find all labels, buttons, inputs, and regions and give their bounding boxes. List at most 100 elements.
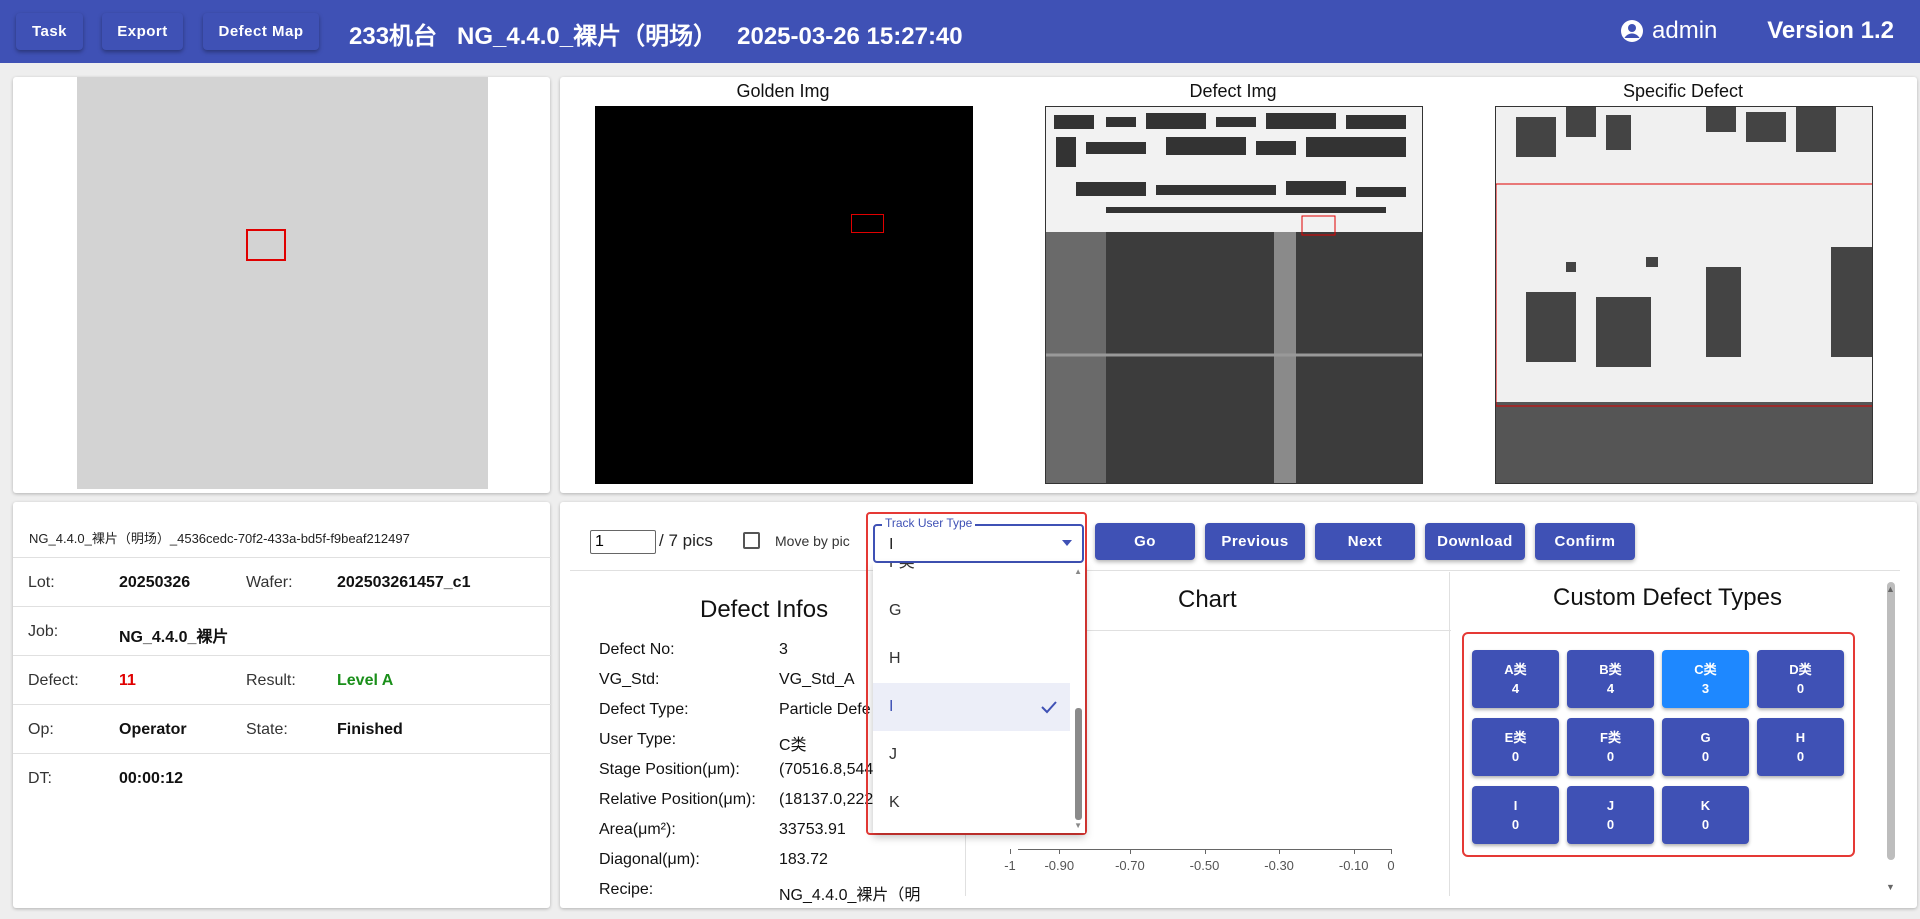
diagonal-label: Diagonal(μm): (599, 851, 700, 868)
vg-std-value: VG_Std_A (779, 671, 855, 688)
specific-defect-image[interactable] (1495, 106, 1873, 484)
user-type-label: User Type: (599, 731, 677, 748)
list-scrollbar-thumb[interactable] (1075, 708, 1082, 820)
export-button[interactable]: Export (102, 13, 183, 50)
scroll-down-icon[interactable]: ▼ (1886, 882, 1895, 892)
option-i[interactable]: I (873, 683, 1070, 731)
result-value: Level A (337, 672, 394, 689)
type-name: K (1700, 798, 1711, 813)
wafer-map[interactable] (77, 77, 488, 489)
type-button-e[interactable]: E类 0 (1472, 718, 1559, 776)
defect-no-value: 3 (779, 641, 788, 658)
x-tick-mark (1353, 849, 1355, 854)
type-name: E类 (1504, 730, 1527, 745)
x-tick-mark (1391, 849, 1392, 854)
area-label: Area(μm²): (599, 821, 676, 838)
username: admin (1652, 17, 1718, 44)
option-g[interactable]: G (873, 587, 1070, 635)
type-button-k[interactable]: K0 (1662, 786, 1749, 844)
recipe-label: Recipe: (599, 881, 654, 898)
golden-image[interactable] (595, 106, 973, 484)
defect-infos-title: Defect Infos (700, 596, 829, 623)
type-button-i[interactable]: I0 (1472, 786, 1559, 844)
recipe-value: NG_4.4.0_裸片（明 (779, 887, 921, 904)
type-button-g[interactable]: G0 (1662, 718, 1749, 776)
op-value: Operator (119, 721, 187, 738)
type-count: 0 (1511, 749, 1520, 764)
defect-map-button[interactable]: Defect Map (203, 13, 319, 50)
page-number-input[interactable] (590, 530, 656, 554)
defect-label: Defect: (28, 672, 79, 689)
x-tick-label: -0.50 (1189, 858, 1220, 873)
type-button-j[interactable]: J0 (1567, 786, 1654, 844)
previous-button[interactable]: Previous (1205, 523, 1305, 560)
account-icon (1621, 20, 1643, 42)
dropdown-arrow-icon (1062, 540, 1072, 546)
type-count: 4 (1511, 681, 1520, 696)
list-scroll-up-icon[interactable]: ▲ (1074, 567, 1082, 576)
diagonal-value: 183.72 (779, 851, 828, 868)
user-type-value: C类 (779, 737, 807, 754)
specific-defect-texture (1496, 107, 1872, 483)
stage-position-value: (70516.8,544 (779, 761, 874, 778)
x-tick-label: -0.30 (1264, 858, 1294, 873)
type-button-c[interactable]: C类 3 (1662, 650, 1749, 708)
type-count: 0 (1511, 817, 1520, 832)
dt-value: 00:00:12 (119, 770, 184, 787)
wafer-label: Wafer: (246, 574, 293, 591)
type-count: 0 (1796, 749, 1805, 764)
relative-position-label: Relative Position(μm): (599, 791, 756, 808)
option-f[interactable]: F类 (873, 563, 1070, 587)
type-name: H (1795, 730, 1806, 745)
check-icon (1041, 701, 1057, 714)
task-button[interactable]: Task (16, 13, 83, 50)
select-legend: Track User Type (882, 516, 976, 530)
download-button[interactable]: Download (1425, 523, 1525, 560)
wafer-info-panel: NG_4.4.0_裸片（明场）_4536cedc-70f2-433a-bd5f-… (13, 502, 552, 908)
info-row-dt: DT: 00:00:12 (13, 753, 552, 802)
type-name: J (1606, 798, 1615, 813)
type-name: F类 (1600, 730, 1621, 745)
option-k[interactable]: K (873, 779, 1070, 827)
defect-image[interactable] (1045, 106, 1423, 484)
job-value: NG_4.4.0_裸片 (119, 629, 229, 646)
result-label: Result: (246, 672, 296, 689)
type-name: I (1513, 798, 1518, 813)
option-j[interactable]: J (873, 731, 1070, 779)
type-name: B类 (1599, 662, 1622, 677)
relative-position-value: (18137.0,222 (779, 791, 874, 808)
confirm-button[interactable]: Confirm (1535, 523, 1635, 560)
info-row-defect: Defect: 11 Result: Level A (13, 655, 552, 704)
scroll-up-icon[interactable]: ▲ (1886, 584, 1895, 594)
defect-type-label: Defect Type: (599, 701, 689, 718)
type-button-f[interactable]: F类 0 (1567, 718, 1654, 776)
defect-count: 11 (119, 672, 136, 689)
type-count: 0 (1606, 817, 1615, 832)
version-label: Version 1.2 (1767, 17, 1894, 44)
next-button[interactable]: Next (1315, 523, 1415, 560)
select-value: I (889, 536, 894, 553)
move-by-pic-checkbox[interactable] (743, 532, 760, 549)
type-button-d[interactable]: D类 0 (1757, 650, 1844, 708)
defect-img-caption: Defect Img (1189, 81, 1277, 101)
type-count: 0 (1796, 681, 1805, 696)
images-panel: Golden Img Defect Img Specific Defect (560, 77, 1917, 493)
type-name: C类 (1694, 662, 1717, 677)
job-label: Job: (28, 623, 59, 640)
chart-title: Chart (1178, 586, 1237, 613)
move-by-pic-label: Move by pic (775, 533, 850, 549)
type-button-b[interactable]: B类 4 (1567, 650, 1654, 708)
type-name: D类 (1789, 662, 1812, 677)
type-count: 0 (1606, 749, 1615, 764)
option-i-label: I (889, 698, 894, 715)
option-h[interactable]: H (873, 635, 1070, 683)
type-button-a[interactable]: A类 4 (1472, 650, 1559, 708)
custom-types-scrollbar[interactable] (1887, 582, 1895, 860)
type-name: A类 (1504, 662, 1527, 677)
dt-label: DT: (28, 770, 52, 787)
go-button[interactable]: Go (1095, 523, 1195, 560)
stage-position-label: Stage Position(μm): (599, 761, 740, 778)
user-menu[interactable]: admin (1620, 17, 1717, 45)
list-scroll-down-icon[interactable]: ▼ (1074, 821, 1082, 830)
type-button-h[interactable]: H0 (1757, 718, 1844, 776)
